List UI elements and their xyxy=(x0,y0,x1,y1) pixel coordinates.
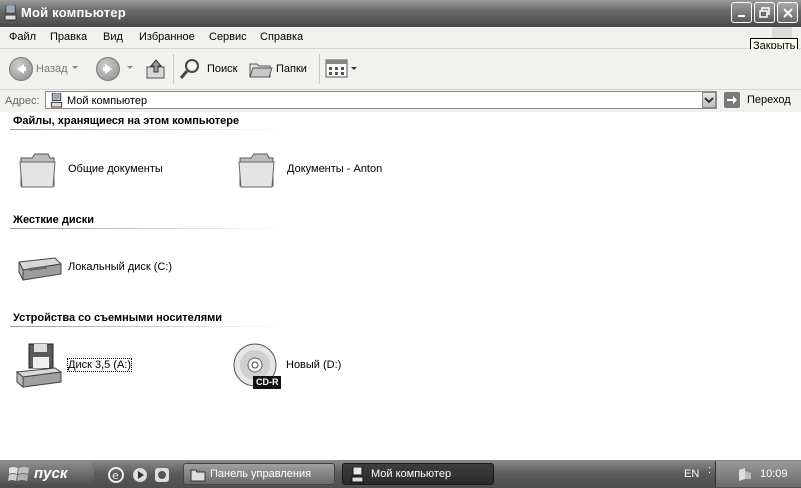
media-player-icon[interactable] xyxy=(131,466,149,484)
forward-arrow-icon xyxy=(103,64,112,74)
go-label: Переход xyxy=(747,94,791,106)
forward-dropdown-icon[interactable] xyxy=(127,66,133,70)
my-computer-icon xyxy=(4,5,17,21)
views-icon xyxy=(325,59,348,78)
toolbar-separator xyxy=(319,54,320,84)
forward-button[interactable] xyxy=(96,57,120,81)
control-panel-icon xyxy=(190,469,206,482)
folders-button[interactable]: Папки xyxy=(248,57,312,81)
toolbar-separator xyxy=(173,54,174,84)
taskbar-item-my-computer[interactable]: Мой компьютер xyxy=(342,463,494,485)
menu-help[interactable]: Справка xyxy=(260,31,303,43)
views-dropdown-icon xyxy=(351,67,357,70)
views-button[interactable] xyxy=(325,58,359,80)
maximize-button[interactable] xyxy=(754,2,775,23)
folders-icon xyxy=(249,63,273,78)
folder-icon xyxy=(19,153,56,188)
go-arrow-icon xyxy=(724,92,740,108)
item-label: Диск 3,5 (A:) xyxy=(66,358,133,372)
go-button[interactable]: Переход xyxy=(722,91,796,109)
item-label: Новый (D:) xyxy=(286,359,342,371)
svg-text:e: e xyxy=(112,469,119,482)
windows-flag-icon xyxy=(8,467,29,481)
section-title: Устройства со съемными носителями xyxy=(13,312,223,324)
search-icon xyxy=(179,59,199,79)
folder-icon xyxy=(238,153,275,188)
search-button[interactable]: Поиск xyxy=(179,57,241,81)
network-icon[interactable] xyxy=(736,466,754,482)
menu-edit[interactable]: Правка xyxy=(50,31,87,43)
taskbar-item-label: Панель управления xyxy=(210,468,312,480)
back-dropdown-icon[interactable] xyxy=(72,66,78,70)
restore-icon xyxy=(758,6,770,18)
section-divider xyxy=(10,129,285,130)
item-label: Общие документы xyxy=(68,163,163,175)
language-indicator[interactable]: EN xyxy=(684,468,699,480)
section-divider xyxy=(10,326,285,327)
section-title: Жесткие диски xyxy=(13,214,94,226)
menu-favorites[interactable]: Избранное xyxy=(139,31,195,43)
list-item[interactable]: Локальный диск (C:) xyxy=(15,248,205,288)
start-label: пуск xyxy=(34,465,68,482)
chevron-down-icon xyxy=(704,97,714,104)
section-divider xyxy=(10,228,285,229)
item-label: Документы - Anton xyxy=(287,163,383,175)
list-item[interactable]: Диск 3,5 (A:) xyxy=(15,342,175,390)
my-computer-icon xyxy=(50,93,63,108)
close-button[interactable] xyxy=(777,2,798,23)
system-tray: 10:09 xyxy=(715,461,801,487)
floppy-drive-icon xyxy=(15,343,63,389)
section-title: Файлы, хранящиеся на этом компьютере xyxy=(13,115,240,127)
taskbar-item-control-panel[interactable]: Панель управления xyxy=(183,463,335,485)
toolbar xyxy=(0,49,801,90)
list-item[interactable]: CD-R Новый (D:) xyxy=(233,342,403,390)
folders-label: Папки xyxy=(276,63,307,75)
taskbar-item-label: Мой компьютер xyxy=(371,468,452,480)
hard-drive-icon xyxy=(18,257,63,281)
messenger-icon[interactable] xyxy=(153,466,171,484)
my-computer-icon xyxy=(351,467,364,483)
up-folder-icon[interactable] xyxy=(144,57,168,81)
address-value: Мой компьютер xyxy=(67,95,148,107)
tray-separator: : xyxy=(708,464,712,476)
address-label: Адрес: xyxy=(5,95,40,107)
back-arrow-icon xyxy=(9,57,33,81)
item-label: Локальный диск (C:) xyxy=(68,261,173,273)
search-label: Поиск xyxy=(207,63,238,75)
cd-r-badge: CD-R xyxy=(256,377,279,387)
list-item[interactable]: Документы - Anton xyxy=(237,150,417,190)
start-button[interactable]: пуск xyxy=(0,461,94,487)
menu-file[interactable]: Файл xyxy=(9,31,36,43)
window-title: Мой компьютер xyxy=(21,5,126,20)
clock[interactable]: 10:09 xyxy=(760,468,788,480)
list-item[interactable]: Общие документы xyxy=(18,150,178,190)
back-label: Назад xyxy=(36,63,68,75)
close-icon xyxy=(782,7,793,18)
back-button[interactable]: Назад xyxy=(6,55,70,83)
minimize-button[interactable] xyxy=(731,2,752,23)
quick-launch: e xyxy=(103,466,175,484)
address-dropdown-button[interactable] xyxy=(702,92,716,108)
minimize-icon xyxy=(737,14,745,17)
internet-explorer-icon[interactable]: e xyxy=(107,466,125,484)
menu-view[interactable]: Вид xyxy=(103,31,123,43)
menu-tools[interactable]: Сервис xyxy=(209,31,247,43)
